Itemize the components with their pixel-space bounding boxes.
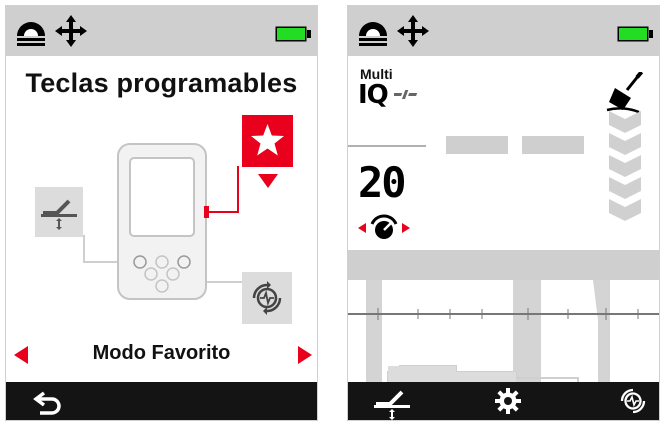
next-arrow-icon[interactable] xyxy=(298,346,312,364)
recovery-speed-button[interactable] xyxy=(242,272,292,324)
divider xyxy=(348,145,426,147)
right-screen: Multi IQ 20 xyxy=(347,5,660,421)
terrain-icon[interactable] xyxy=(356,14,390,48)
mode-logo-text: IQ xyxy=(358,80,389,110)
left-screen: Teclas programables Modo Favorito xyxy=(5,5,318,421)
target-id-placeholder xyxy=(446,136,508,154)
move-arrows-icon[interactable] xyxy=(396,14,430,48)
mode-logo: IQ xyxy=(358,80,418,110)
recovery-speed-icon[interactable] xyxy=(616,386,650,416)
shovel-icon xyxy=(606,72,644,114)
sensitivity-adjust-icon[interactable] xyxy=(358,214,410,242)
ground-balance-icon xyxy=(41,199,77,230)
bottom-bar xyxy=(6,382,317,420)
star-icon xyxy=(251,124,284,156)
page-title: Teclas programables xyxy=(25,68,298,98)
move-arrows-icon[interactable] xyxy=(54,14,88,48)
favorite-mode-label: Modo Favorito xyxy=(92,342,231,364)
status-bar xyxy=(6,6,317,56)
ground-balance-icon[interactable] xyxy=(372,386,412,420)
ground-balance-button[interactable] xyxy=(35,187,83,237)
sensitivity-value: 20 xyxy=(358,158,407,207)
terrain-icon[interactable] xyxy=(14,14,48,48)
recovery-speed-icon xyxy=(252,281,282,315)
depth-chevrons-icon xyxy=(609,111,641,221)
battery-icon xyxy=(617,26,653,42)
star-dropdown-arrow-icon[interactable] xyxy=(258,174,278,188)
bottom-bar xyxy=(348,382,659,420)
multi-frequency-icon xyxy=(394,90,418,99)
star-button[interactable] xyxy=(242,115,293,167)
target-id-placeholder xyxy=(522,136,584,154)
status-bar xyxy=(348,6,659,56)
gear-icon[interactable] xyxy=(495,388,521,414)
back-icon[interactable] xyxy=(32,389,66,415)
battery-icon xyxy=(275,26,311,42)
trace-bar xyxy=(348,250,659,280)
discrimination-trace xyxy=(348,280,659,384)
